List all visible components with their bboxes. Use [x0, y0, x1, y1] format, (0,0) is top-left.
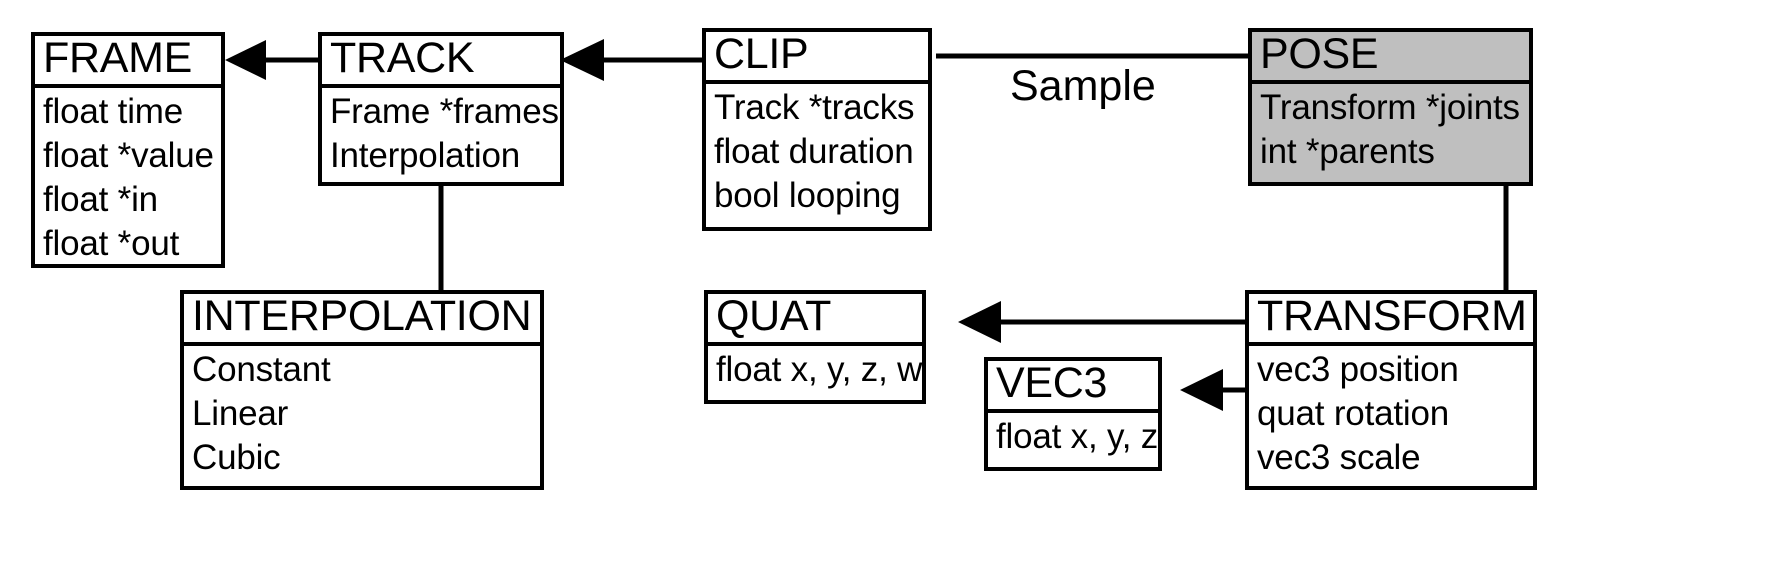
class-fields-frame: float time float *value float *in float …: [35, 88, 221, 270]
class-title-vec3: VEC3: [988, 361, 1158, 413]
class-field: float *in: [43, 179, 158, 219]
edge-track-to-frame: [225, 40, 318, 80]
class-field: float *value: [43, 135, 214, 175]
class-fields-transform: vec3 position quat rotation vec3 scale: [1249, 346, 1533, 484]
class-field: Constant: [192, 349, 331, 389]
class-box-vec3[interactable]: VEC3 float x, y, z: [984, 357, 1162, 471]
class-field: float time: [43, 91, 183, 131]
edge-clip-to-track: [560, 39, 702, 81]
class-title-interpolation: INTERPOLATION: [184, 294, 540, 346]
class-field: Frame *frames: [330, 91, 559, 131]
class-fields-clip: Track *tracks float duration bool loopin…: [706, 84, 928, 222]
class-field: Track *tracks: [714, 87, 915, 127]
class-field: int *parents: [1260, 131, 1435, 171]
class-title-track: TRACK: [322, 36, 560, 88]
class-field: Linear: [192, 393, 289, 433]
class-title-pose: POSE: [1252, 32, 1529, 84]
class-field: float *out: [43, 223, 180, 263]
class-field: float x, y, z, w: [716, 349, 923, 389]
class-field: vec3 position: [1257, 349, 1459, 389]
class-field: quat rotation: [1257, 393, 1449, 433]
class-field: float x, y, z: [996, 416, 1159, 456]
class-box-frame[interactable]: FRAME float time float *value float *in …: [31, 32, 225, 268]
class-title-quat: QUAT: [708, 294, 922, 346]
class-box-pose[interactable]: POSE Transform *joints int *parents: [1248, 28, 1533, 186]
class-title-transform: TRANSFORM: [1249, 294, 1533, 346]
class-title-frame: FRAME: [35, 36, 221, 88]
class-box-transform[interactable]: TRANSFORM vec3 position quat rotation ve…: [1245, 290, 1537, 490]
class-diagram-canvas: FRAME float time float *value float *in …: [0, 0, 1768, 576]
class-box-clip[interactable]: CLIP Track *tracks float duration bool l…: [702, 28, 932, 231]
class-box-track[interactable]: TRACK Frame *frames Interpolation: [318, 32, 564, 186]
class-box-quat[interactable]: QUAT float x, y, z, w: [704, 290, 926, 404]
class-field: vec3 scale: [1257, 437, 1421, 477]
class-fields-track: Frame *frames Interpolation: [322, 88, 560, 182]
class-field: Transform *joints: [1260, 87, 1520, 127]
class-fields-quat: float x, y, z, w: [708, 346, 922, 396]
class-fields-vec3: float x, y, z: [988, 413, 1158, 463]
class-field: Interpolation: [330, 135, 521, 175]
class-fields-pose: Transform *joints int *parents: [1252, 84, 1529, 178]
class-fields-interpolation: Constant Linear Cubic: [184, 346, 540, 484]
class-field: bool looping: [714, 175, 901, 215]
class-title-clip: CLIP: [706, 32, 928, 84]
class-field: Cubic: [192, 437, 281, 477]
class-field: float duration: [714, 131, 914, 171]
class-box-interpolation[interactable]: INTERPOLATION Constant Linear Cubic: [180, 290, 544, 490]
edge-label-sample: Sample: [1010, 62, 1156, 110]
